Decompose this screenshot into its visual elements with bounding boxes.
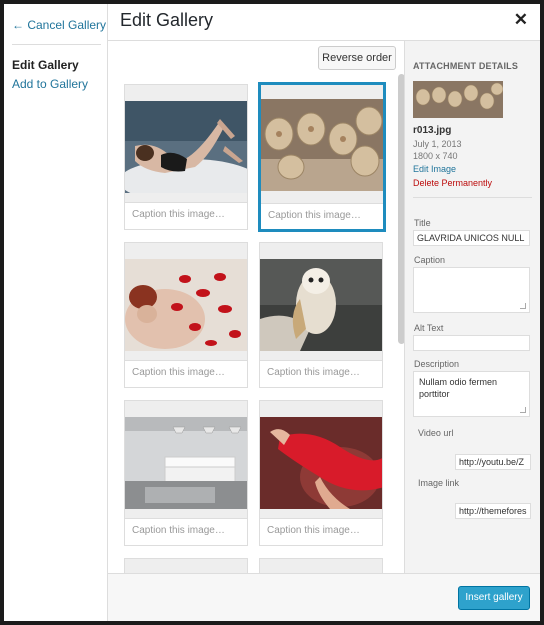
caption-label: Caption <box>414 255 446 265</box>
description-field[interactable]: Nullam odio fermen porttitor <box>413 371 530 417</box>
details-filename: r013.jpg <box>413 125 452 136</box>
caption-field[interactable] <box>413 267 530 313</box>
cancel-gallery-link[interactable]: ← Cancel Gallery <box>12 18 106 32</box>
gallery-item[interactable]: Caption this image… <box>259 400 383 546</box>
alt-text-label: Alt Text <box>414 323 444 333</box>
caption-input[interactable]: Caption this image… <box>125 360 247 387</box>
edit-gallery-modal: ← Cancel Gallery Edit Gallery Add to Gal… <box>4 4 540 621</box>
insert-gallery-button[interactable]: Insert gallery <box>458 586 530 610</box>
close-icon[interactable]: ✕ <box>514 10 528 30</box>
delete-permanently-link[interactable]: Delete Permanently <box>413 178 492 188</box>
edit-image-link[interactable]: Edit Image <box>413 164 456 174</box>
gallery-content: Reverse order Caption this image… Captio… <box>108 41 404 573</box>
gallery-image-interior <box>125 417 247 509</box>
image-link-field[interactable]: http://themefores <box>455 503 531 519</box>
resize-grip-icon[interactable] <box>520 303 526 309</box>
description-label: Description <box>414 359 460 369</box>
gallery-item[interactable]: Caption this image… <box>124 84 248 230</box>
gallery-item-selected[interactable]: Caption this image… <box>258 82 386 232</box>
modal-footer: Insert gallery <box>108 573 540 621</box>
caption-input[interactable]: Caption this image… <box>260 360 382 387</box>
caption-input[interactable]: Caption this image… <box>260 518 382 545</box>
caption-input[interactable]: Caption this image… <box>261 203 383 229</box>
title-label: Title <box>414 218 431 228</box>
gallery-item[interactable]: Caption this image… <box>124 400 248 546</box>
details-thumbnail <box>413 81 503 118</box>
title-field[interactable]: GLAVRIDA UNICOS NULL <box>413 230 530 246</box>
alt-text-field[interactable] <box>413 335 530 351</box>
details-heading: ATTACHMENT DETAILS <box>413 61 519 71</box>
gallery-item[interactable]: Caption this image… <box>259 242 383 388</box>
details-separator <box>413 197 532 198</box>
media-menu: ← Cancel Gallery Edit Gallery Add to Gal… <box>4 4 108 621</box>
gallery-item[interactable] <box>259 558 383 573</box>
gallery-item[interactable] <box>124 558 248 573</box>
reverse-order-button[interactable]: Reverse order <box>318 46 396 70</box>
gallery-item[interactable]: Caption this image… <box>124 242 248 388</box>
menu-item-add-to-gallery[interactable]: Add to Gallery <box>12 77 88 91</box>
video-url-field[interactable]: http://youtu.be/Z <box>455 454 531 470</box>
gallery-image-red-dress <box>260 417 382 509</box>
gallery-image-corks <box>261 99 383 191</box>
description-field-text: Nullam odio fermen porttitor <box>419 377 498 399</box>
menu-item-edit-gallery[interactable]: Edit Gallery <box>12 58 79 72</box>
image-link-label: Image link <box>418 478 460 488</box>
page-title: Edit Gallery <box>120 10 214 30</box>
details-date: July 1, 2013 <box>413 139 462 149</box>
caption-input[interactable]: Caption this image… <box>125 518 247 545</box>
resize-grip-icon[interactable] <box>520 407 526 413</box>
gallery-image-woman-lying <box>125 101 247 193</box>
menu-separator <box>12 44 101 45</box>
caption-input[interactable]: Caption this image… <box>125 202 247 229</box>
details-dimensions: 1800 x 740 <box>413 151 458 161</box>
video-url-label: Video url <box>418 428 454 438</box>
gallery-image-rose-petals <box>125 259 247 351</box>
gallery-image-owl <box>260 259 382 351</box>
attachment-details-sidebar: ATTACHMENT DETAILS r013.jpg July 1, 2013… <box>404 41 540 573</box>
